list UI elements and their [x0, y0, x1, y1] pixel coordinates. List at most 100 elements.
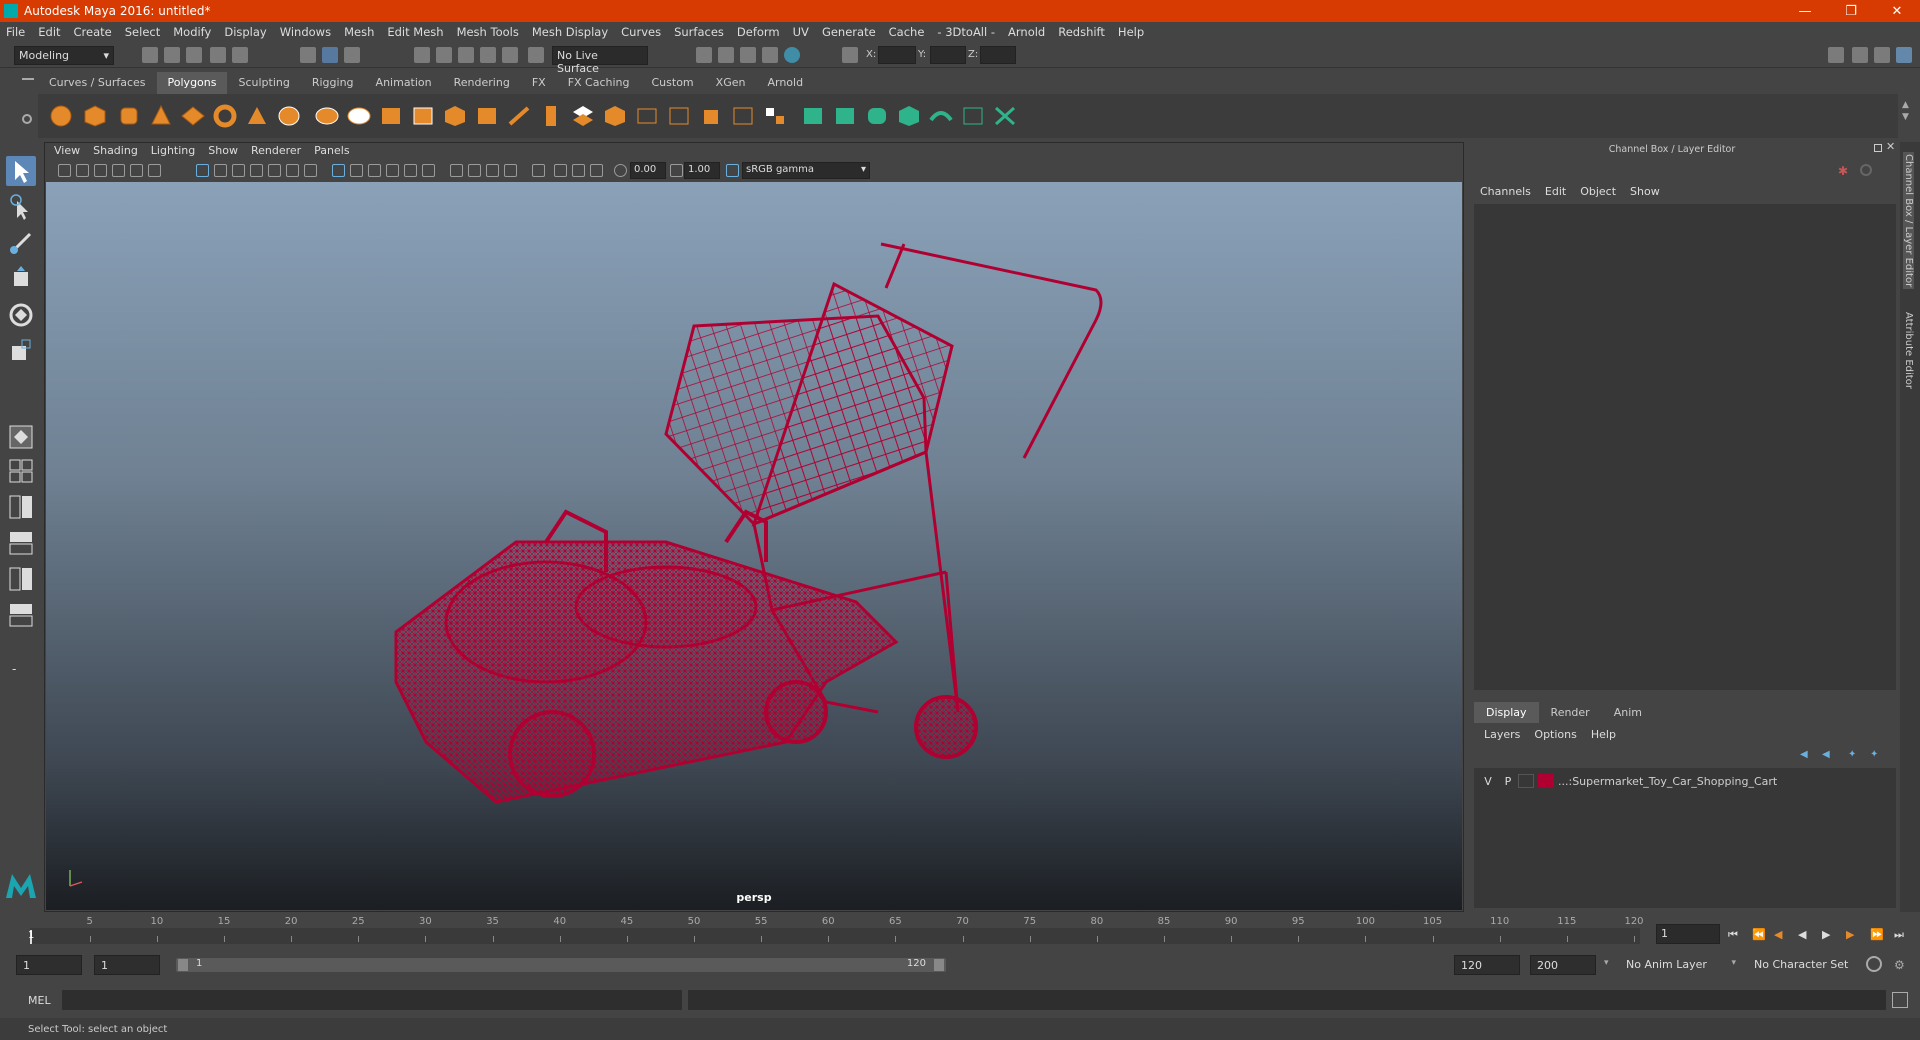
viewport-menu-view[interactable]: View: [54, 144, 80, 157]
shelf-tab-animation[interactable]: Animation: [365, 72, 443, 94]
menu-cache[interactable]: Cache: [889, 25, 925, 39]
persp-outliner-layout-icon[interactable]: [6, 492, 36, 522]
viewport-menu-panels[interactable]: Panels: [314, 144, 349, 157]
side-tab-attribute-editor[interactable]: Attribute Editor: [1903, 312, 1914, 389]
range-end-handle[interactable]: [934, 959, 944, 971]
persp-hypershade-layout-icon[interactable]: [6, 564, 36, 594]
shelf-tab-fx-caching[interactable]: FX Caching: [557, 72, 641, 94]
move-layer-up-icon[interactable]: ◀: [1800, 749, 1808, 760]
range-start-handle[interactable]: [178, 959, 188, 971]
poly-cone-icon[interactable]: [148, 104, 174, 128]
open-scene-icon[interactable]: [164, 47, 180, 63]
anti-aliasing-icon[interactable]: [486, 164, 499, 177]
menu-file[interactable]: File: [6, 25, 25, 39]
append-polygon-icon[interactable]: [570, 104, 596, 128]
scale-tool-icon[interactable]: [6, 336, 36, 366]
menu-modify[interactable]: Modify: [173, 25, 211, 39]
safe-title-icon[interactable]: [304, 164, 317, 177]
gate-mask-icon[interactable]: [250, 164, 263, 177]
new-scene-icon[interactable]: [142, 47, 158, 63]
fill-hole-icon[interactable]: [602, 104, 628, 128]
current-frame-field[interactable]: 1: [1656, 924, 1720, 944]
menu-mesh[interactable]: Mesh: [344, 25, 374, 39]
bookmark-icon[interactable]: [94, 164, 107, 177]
rotate-tool-icon[interactable]: [6, 300, 36, 330]
textured-icon[interactable]: [386, 164, 399, 177]
mirror-icon[interactable]: [442, 104, 468, 128]
spherical-uv-icon[interactable]: [864, 104, 890, 128]
field-chart-icon[interactable]: [268, 164, 281, 177]
animation-end-field[interactable]: 200: [1530, 955, 1596, 975]
script-editor-icon[interactable]: [1892, 992, 1908, 1008]
shelf-tab-fx[interactable]: FX: [521, 72, 557, 94]
layer-playback-toggle[interactable]: P: [1498, 775, 1518, 788]
gamma-icon[interactable]: [670, 164, 683, 177]
menu-mesh-tools[interactable]: Mesh Tools: [457, 25, 519, 39]
layer-name[interactable]: ...:Supermarket_Toy_Car_Shopping_Cart: [1558, 775, 1777, 788]
select-camera-icon[interactable]: [58, 164, 71, 177]
poly-cylinder-icon[interactable]: [116, 104, 142, 128]
shelf-tab-rigging[interactable]: Rigging: [301, 72, 365, 94]
time-slider-track[interactable]: 1 5 10 15 20 25 30 35 40 45 50 55 60 65 70 75 80 85 90 95 1…: [28, 916, 1644, 944]
paint-select-tool-icon[interactable]: [6, 228, 36, 258]
ipr-render-icon[interactable]: [740, 47, 756, 63]
make-live-icon[interactable]: [528, 47, 544, 63]
shelf-menu-icon[interactable]: [22, 78, 34, 80]
save-scene-icon[interactable]: [186, 47, 202, 63]
quad-draw-icon[interactable]: [762, 104, 788, 128]
anim-layer-dropdown[interactable]: No Anim Layer ▾: [1620, 955, 1742, 975]
image-plane-icon[interactable]: [112, 164, 125, 177]
mode-dropdown[interactable]: Modeling ▾: [14, 46, 114, 65]
render-view-icon[interactable]: [696, 47, 712, 63]
use-all-lights-icon[interactable]: [404, 164, 417, 177]
xray-icon[interactable]: [554, 164, 567, 177]
combine-icon[interactable]: [314, 104, 340, 128]
shelf-tab-arnold[interactable]: Arnold: [756, 72, 814, 94]
lasso-tool-icon[interactable]: [6, 192, 36, 222]
shadows-icon[interactable]: [422, 164, 435, 177]
move-tool-icon[interactable]: [6, 264, 36, 294]
restore-button[interactable]: ❐: [1828, 4, 1874, 19]
channel-menu-object[interactable]: Object: [1580, 185, 1616, 198]
select-by-object-icon[interactable]: [322, 47, 338, 63]
menu-uv[interactable]: UV: [793, 25, 809, 39]
menu-edit-mesh[interactable]: Edit Mesh: [387, 25, 443, 39]
render-frame-icon[interactable]: [718, 47, 734, 63]
shelf-settings-icon[interactable]: [22, 114, 32, 124]
color-management-icon[interactable]: [726, 164, 739, 177]
panel-float-icon[interactable]: [1874, 144, 1882, 152]
menu-create[interactable]: Create: [74, 25, 112, 39]
camera-attributes-icon[interactable]: [76, 164, 89, 177]
viewport-menu-lighting[interactable]: Lighting: [151, 144, 195, 157]
panel-close-icon[interactable]: ✕: [1886, 140, 1895, 153]
render-settings-icon[interactable]: [762, 47, 778, 63]
smooth-icon[interactable]: [378, 104, 404, 128]
menu-edit[interactable]: Edit: [38, 25, 60, 39]
perspective-viewport[interactable]: persp: [46, 182, 1462, 910]
snap-grid-icon[interactable]: [414, 47, 430, 63]
menu-arnold[interactable]: Arnold: [1008, 25, 1045, 39]
shelf-tab-xgen[interactable]: XGen: [705, 72, 757, 94]
multi-cut-icon[interactable]: [634, 104, 660, 128]
viewport-menu-renderer[interactable]: Renderer: [251, 144, 301, 157]
layer-menu-options[interactable]: Options: [1534, 728, 1576, 741]
step-forward-key-icon[interactable]: ⏩: [1870, 928, 1884, 942]
playback-start-field[interactable]: 1: [94, 955, 160, 975]
z-field[interactable]: [980, 46, 1016, 64]
shelf-tab-sculpting[interactable]: Sculpting: [227, 72, 300, 94]
bridge-icon[interactable]: [538, 104, 564, 128]
film-gate-icon[interactable]: [214, 164, 227, 177]
motion-blur-icon[interactable]: [468, 164, 481, 177]
modeling-toolkit-icon[interactable]: [1828, 47, 1844, 63]
character-set-dropdown[interactable]: No Character Set: [1748, 955, 1866, 975]
x-field[interactable]: [878, 46, 916, 64]
bevel-icon[interactable]: [506, 104, 532, 128]
menu-redshift[interactable]: Redshift: [1058, 25, 1105, 39]
wireframe-on-shaded-icon[interactable]: [368, 164, 381, 177]
shelf-scroll-up-icon[interactable]: ▲: [1902, 100, 1909, 110]
separate-icon[interactable]: [346, 104, 372, 128]
select-by-hierarchy-icon[interactable]: [300, 47, 316, 63]
side-tab-channel-box[interactable]: Channel Box / Layer Editor: [1903, 152, 1914, 290]
two-d-pan-zoom-icon[interactable]: [130, 164, 143, 177]
speed-icon[interactable]: [1860, 164, 1872, 176]
